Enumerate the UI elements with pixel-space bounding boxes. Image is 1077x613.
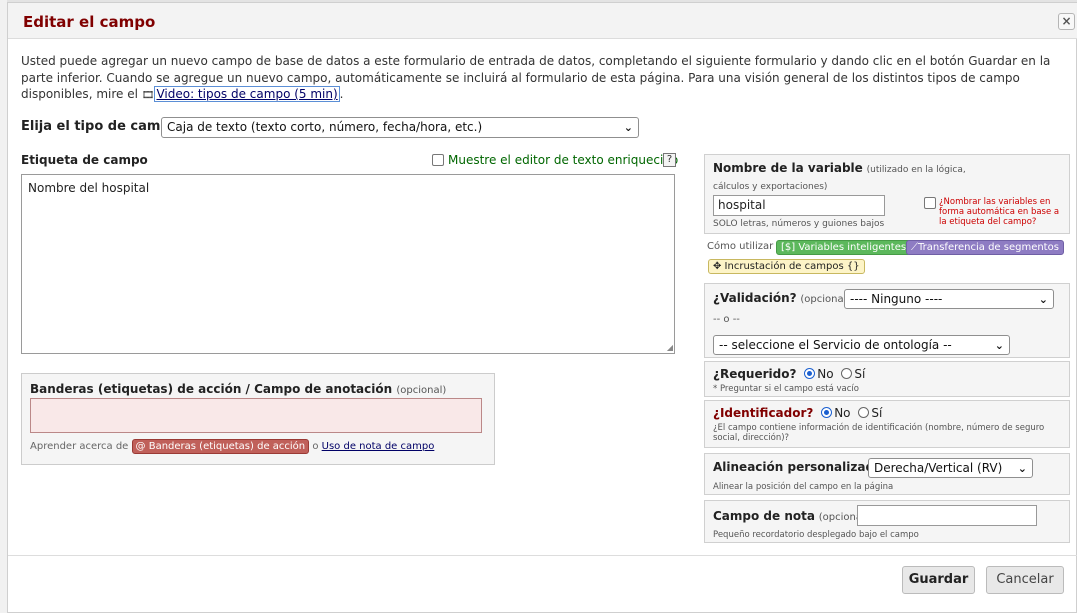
required-no-radio[interactable] [804,368,816,379]
field-embedding-button[interactable]: ✥ Incrustación de campos {} [708,259,865,274]
action-tags-title-text: Banderas (etiquetas) de acción / Campo d… [30,382,393,396]
identifier-note: ¿El campo contiene información de identi… [713,423,1045,443]
field-note-hint: Pequeño recordatorio desplegado bajo el … [713,530,919,540]
rich-text-toggle[interactable]: Muestre el editor de texto enriquecido [432,153,678,167]
identifier-yes-radio[interactable] [858,407,870,418]
variable-title: Nombre de la variable [713,161,863,175]
piping-button[interactable]: ⟋Transferencia de segmentos [906,240,1064,255]
save-button[interactable]: Guardar [902,566,975,594]
field-note-label-wrap: Campo de nota (opcional) [713,509,869,523]
footer-divider [8,555,1077,556]
required-yes-label: Sí [854,367,866,381]
validation-label-wrap: ¿Validación? (opcional) [713,291,850,305]
alignment-selected: Derecha/Vertical (RV) [874,461,1003,475]
validation-or: -- o -- [713,314,740,325]
ontology-selected: -- seleccione el Servicio de ontología -… [719,338,952,352]
cancel-button[interactable]: Cancelar [986,566,1064,594]
validation-optional: (opcional) [800,294,851,305]
field-label-textarea[interactable]: Nombre del hospital ◢ [21,174,675,354]
validation-label: ¿Validación? [713,291,797,305]
backdrop-strip [0,0,7,613]
ontology-select[interactable]: -- seleccione el Servicio de ontología -… [713,335,1010,355]
required-note: * Preguntar si el campo está vacío [713,384,859,394]
field-label-value: Nombre del hospital [28,181,150,195]
alignment-select[interactable]: Derecha/Vertical (RV) ⌄ [868,458,1033,478]
identifier-no-radio[interactable] [821,407,833,418]
field-type-select[interactable]: Caja de texto (texto corto, número, fech… [161,117,639,138]
smart-variables-button[interactable]: [$] Variables inteligentes [776,240,912,255]
variable-header: Nombre de la variable (utilizado en la l… [713,161,1003,195]
wand-icon: ⟋ [911,242,918,253]
field-type-selected: Caja de texto (texto corto, número, fech… [167,120,483,134]
action-tags-box: Banderas (etiquetas) de acción / Campo d… [21,373,495,465]
validation-select[interactable]: ---- Ninguno ---- ⌄ [844,289,1054,309]
validation-box: ¿Validación? (opcional) ---- Ninguno ---… [704,283,1070,358]
howto-label: Cómo utilizar [707,241,774,252]
intro-period: . [339,87,344,101]
learn-or: o [312,441,319,452]
chevron-down-icon: ⌄ [994,339,1004,352]
identifier-no-label: No [834,406,851,420]
identifier-row: ¿Identificador? No Sí [713,406,882,420]
variable-name-input[interactable]: hospital [713,195,885,216]
close-button[interactable]: × [1058,13,1075,30]
action-tags-learn: Aprender acerca de @ Banderas (etiquetas… [30,439,434,454]
alignment-box: Alineación personalizada Derecha/Vertica… [704,453,1070,495]
field-type-label: Elija el tipo de campo [21,119,179,134]
video-link[interactable]: Video: tipos de campo (5 min) [154,86,340,102]
action-tags-title: Banderas (etiquetas) de acción / Campo d… [30,382,446,396]
validation-selected: ---- Ninguno ---- [850,292,943,306]
field-note-box: Campo de nota (opcional) Pequeño recorda… [704,500,1070,543]
identifier-yes-label: Sí [871,406,883,420]
piping-label: Transferencia de segmentos [918,242,1059,253]
learn-prefix: Aprender acerca de [30,441,129,452]
auto-name-label: ¿Nombrar las variables en forma automáti… [939,197,1060,227]
variable-name-box: Nombre de la variable (utilizado en la l… [704,154,1070,234]
required-box: ¿Requerido? No Sí * Preguntar si el camp… [704,361,1070,397]
edit-field-dialog: Editar el campo × Usted puede agregar un… [7,2,1077,613]
field-label-title: Etiqueta de campo [21,153,148,167]
chevron-down-icon: ⌄ [1017,462,1027,475]
chevron-down-icon: ⌄ [1038,293,1048,306]
action-tags-optional: (opcional) [396,385,447,396]
chevron-down-icon: ⌄ [623,121,633,134]
rich-text-label: Muestre el editor de texto enriquecido [448,153,679,167]
field-note-input[interactable] [857,505,1037,526]
alignment-label: Alineación personalizada [713,460,883,474]
resize-handle-icon[interactable]: ◢ [667,343,673,352]
auto-name-checkbox[interactable] [924,197,936,209]
variable-restriction: SOLO letras, números y guiones bajos [713,219,885,229]
required-row: ¿Requerido? No Sí [713,367,865,381]
identifier-label: ¿Identificador? [713,406,814,420]
film-icon: 🎞 [141,90,155,101]
field-note-link[interactable]: Uso de nota de campo [322,441,435,452]
help-icon[interactable]: ? [663,153,676,167]
action-tags-input[interactable] [30,398,482,433]
alignment-note: Alinear la posición del campo en la pági… [713,482,894,492]
required-no-label: No [817,367,834,381]
intro-text: Usted puede agregar un nuevo campo de ba… [21,53,1051,105]
dialog-titlebar: Editar el campo × [8,3,1077,39]
auto-name-option[interactable]: ¿Nombrar las variables en forma automáti… [924,197,1064,227]
required-label: ¿Requerido? [713,367,797,381]
action-tags-button[interactable]: @ Banderas (etiquetas) de acción [131,439,310,454]
rich-text-checkbox[interactable] [432,154,444,166]
dialog-title: Editar el campo [23,13,156,31]
identifier-box: ¿Identificador? No Sí ¿El campo contiene… [704,400,1070,448]
field-note-label: Campo de nota [713,509,815,523]
required-yes-radio[interactable] [841,368,853,379]
